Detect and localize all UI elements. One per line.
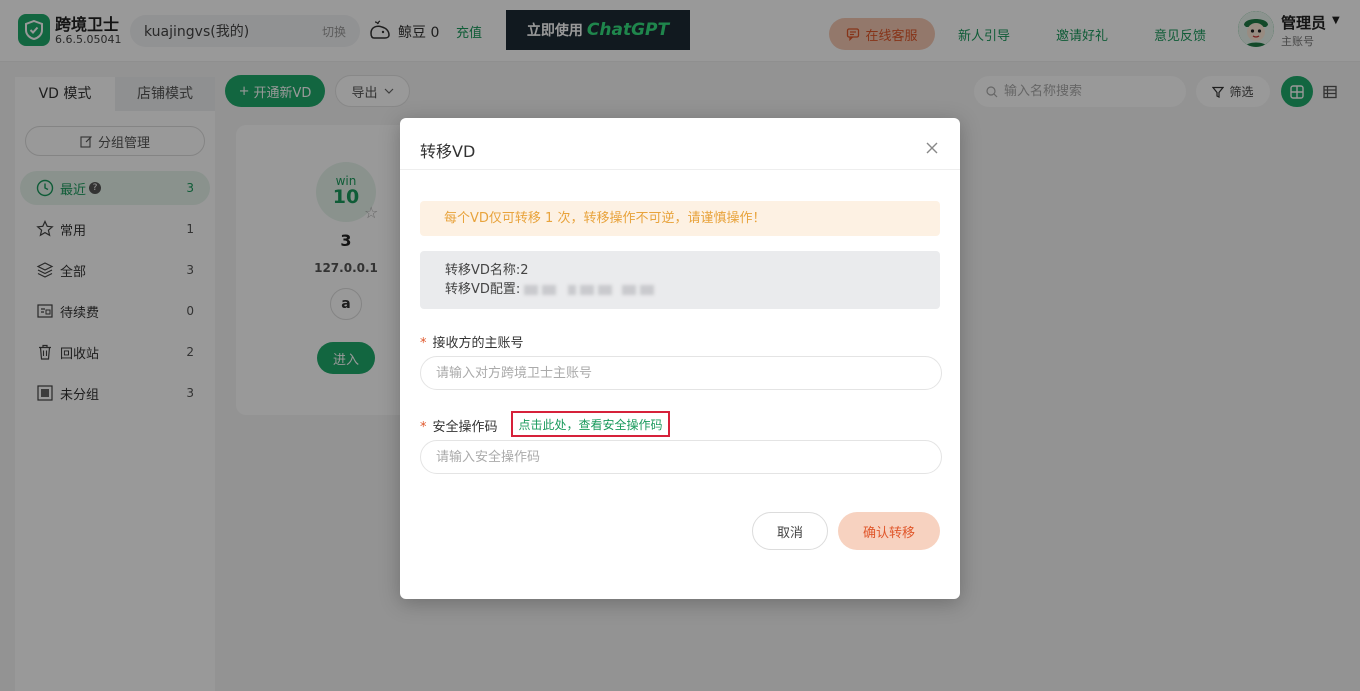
redacted-value <box>598 284 613 295</box>
confirm-transfer-button[interactable]: 确认转移 <box>838 512 940 550</box>
redacted-value <box>542 284 557 295</box>
redacted-value <box>524 284 539 295</box>
close-icon[interactable] <box>924 140 940 156</box>
redacted-value <box>640 284 655 295</box>
dialog-title: 转移VD <box>420 142 476 161</box>
dialog-header: 转移VD <box>400 118 960 170</box>
redacted-value <box>568 284 577 295</box>
cancel-button[interactable]: 取消 <box>752 512 828 550</box>
transfer-vd-dialog: 转移VD 每个VD仅可转移 1 次，转移操作不可逆，请谨慎操作！ 转移VD名称:… <box>400 118 960 599</box>
vd-name-line: 转移VD名称:2 <box>445 263 529 278</box>
receiver-label: * 接收方的主账号 <box>420 336 524 351</box>
vd-info-box: 转移VD名称:2 转移VD配置: <box>420 251 940 309</box>
view-security-code-link[interactable]: 点击此处，查看安全操作码 <box>511 411 670 437</box>
vd-config-line: 转移VD配置: <box>445 280 940 299</box>
redacted-value <box>580 284 595 295</box>
security-code-label: * 安全操作码 <box>420 420 498 435</box>
warning-notice: 每个VD仅可转移 1 次，转移操作不可逆，请谨慎操作！ <box>420 201 940 236</box>
security-code-input[interactable] <box>420 440 942 474</box>
redacted-value <box>622 284 637 295</box>
receiver-account-input[interactable] <box>420 356 942 390</box>
app-window: 跨境卫士 6.6.5.05041 kuajingvs(我的) 切换 鲸豆 0 充… <box>0 0 1360 691</box>
